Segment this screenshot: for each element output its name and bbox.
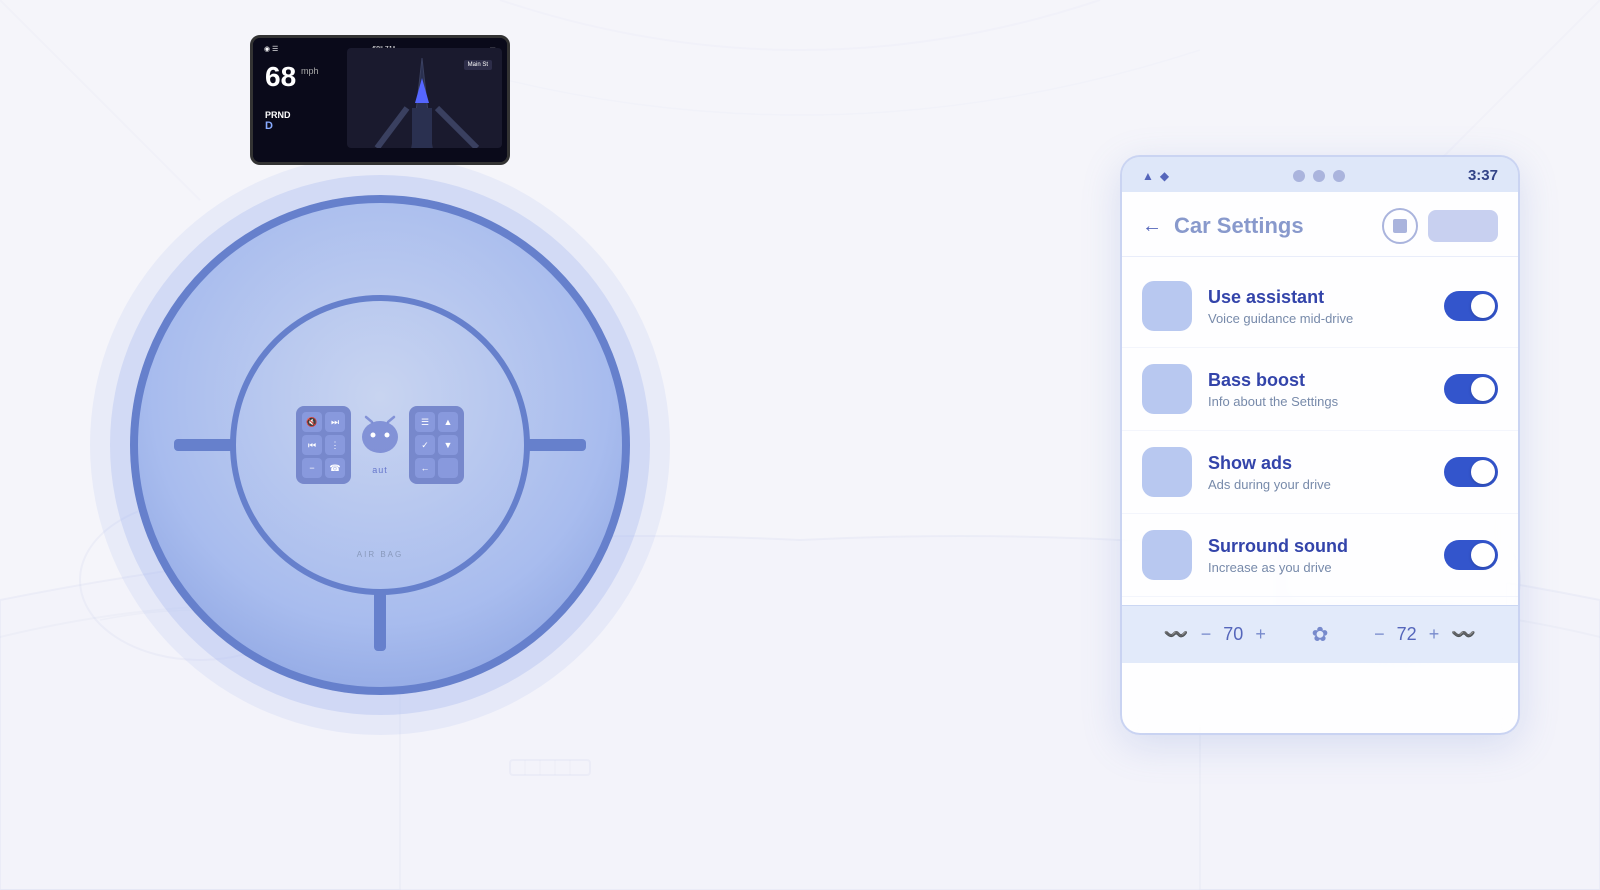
airbag-text: AIR BAG <box>357 550 403 559</box>
phone-panel: ▲ ◆ 3:37 ← Car Settings <box>1120 155 1520 735</box>
setting-title-show-ads: Show ads <box>1208 453 1428 474</box>
rect-button[interactable] <box>1428 210 1498 242</box>
setting-item-bass-boost: Bass boost Info about the Settings <box>1122 348 1518 431</box>
setting-text-show-ads: Show ads Ads during your drive <box>1208 453 1428 492</box>
heat-right-icon: 〰️ <box>1451 622 1476 647</box>
screen-gear: PRND D <box>265 110 291 132</box>
android-logo: aut <box>345 415 415 475</box>
setting-text-surround-sound: Surround sound Increase as you drive <box>1208 536 1428 575</box>
temp-left-plus[interactable]: + <box>1253 624 1268 645</box>
down-btn[interactable]: ▼ <box>438 435 458 455</box>
setting-title-bass-boost: Bass boost <box>1208 370 1428 391</box>
steering-section: ◉ ☰ 68° 71° ▭ 68 mph PRND D Main St <box>80 95 680 795</box>
setting-icon-show-ads <box>1142 447 1192 497</box>
heat-left-icon: 〰️ <box>1164 622 1189 647</box>
left-button-cluster: 🔇 ⏭ ⏮ ⋮ − ☎ <box>296 406 351 484</box>
setting-title-surround-sound: Surround sound <box>1208 536 1428 557</box>
empty-btn <box>438 458 458 478</box>
setting-item-show-ads: Show ads Ads during your drive <box>1122 431 1518 514</box>
toggle-knob-use-assistant <box>1471 294 1495 318</box>
right-button-cluster: ☰ ▲ ✓ ▼ ← <box>409 406 464 484</box>
check-btn[interactable]: ✓ <box>415 435 435 455</box>
setting-text-bass-boost: Bass boost Info about the Settings <box>1208 370 1428 409</box>
climate-right: − 72 + 〰️ <box>1372 622 1476 647</box>
vol-down-btn[interactable]: − <box>302 458 322 478</box>
climate-bar: 〰️ − 70 + ✿ − 72 + 〰️ <box>1122 605 1518 663</box>
setting-text-use-assistant: Use assistant Voice guidance mid-drive <box>1208 287 1428 326</box>
toggle-knob-show-ads <box>1471 460 1495 484</box>
screen-speed-unit: mph <box>301 66 319 76</box>
nav-dot-1 <box>1293 170 1305 182</box>
wifi-icon: ◆ <box>1160 169 1169 183</box>
setting-icon-use-assistant <box>1142 281 1192 331</box>
toggle-surround-sound[interactable] <box>1444 540 1498 570</box>
toggle-bass-boost[interactable] <box>1444 374 1498 404</box>
phone-btn[interactable]: ☎ <box>325 458 345 478</box>
fan-icon: ✿ <box>1312 622 1329 647</box>
screen-speed: 68 <box>265 63 296 91</box>
toggle-show-ads[interactable] <box>1444 457 1498 487</box>
stop-icon <box>1393 219 1407 233</box>
toggle-knob-bass-boost <box>1471 377 1495 401</box>
setting-desc-surround-sound: Increase as you drive <box>1208 560 1428 575</box>
page-title: Car Settings <box>1174 213 1304 239</box>
temp-right-value: 72 <box>1397 624 1417 645</box>
setting-icon-surround-sound <box>1142 530 1192 580</box>
prev-btn[interactable]: ⏮ <box>302 435 322 455</box>
settings-header: ← Car Settings <box>1122 192 1518 257</box>
header-right <box>1382 208 1498 244</box>
spoke-left <box>174 439 234 451</box>
setting-desc-use-assistant: Voice guidance mid-drive <box>1208 311 1428 326</box>
setting-item-use-assistant: Use assistant Voice guidance mid-drive <box>1122 265 1518 348</box>
steering-wheel-inner: 🔇 ⏭ ⏮ ⋮ − ☎ ☰ ▲ ✓ ▼ ← <box>230 295 530 595</box>
back-button[interactable]: ← <box>1142 215 1162 238</box>
setting-icon-bass-boost <box>1142 364 1192 414</box>
up-btn[interactable]: ▲ <box>438 412 458 432</box>
temp-left-minus[interactable]: − <box>1199 624 1214 645</box>
temp-left-value: 70 <box>1223 624 1243 645</box>
nav-dot-2 <box>1313 170 1325 182</box>
spoke-bottom <box>374 591 386 651</box>
temp-right-minus[interactable]: − <box>1372 624 1387 645</box>
setting-desc-show-ads: Ads during your drive <box>1208 477 1428 492</box>
setting-item-surround-sound: Surround sound Increase as you drive <box>1122 514 1518 597</box>
screen-map: Main St <box>347 48 502 148</box>
spoke-right <box>526 439 586 451</box>
skip-btn[interactable]: ⏭ <box>325 412 345 432</box>
car-screen: ◉ ☰ 68° 71° ▭ 68 mph PRND D Main St <box>250 35 510 165</box>
toggle-knob-surround-sound <box>1471 543 1495 567</box>
mute-btn[interactable]: 🔇 <box>302 412 322 432</box>
main-content: ◉ ☰ 68° 71° ▭ 68 mph PRND D Main St <box>0 0 1600 890</box>
nav-dot-3 <box>1333 170 1345 182</box>
signal-icon: ▲ <box>1142 169 1154 183</box>
nav-dots <box>1293 170 1345 182</box>
back-btn[interactable]: ← <box>415 458 435 478</box>
temp-right-plus[interactable]: + <box>1427 624 1442 645</box>
status-icons: ▲ ◆ <box>1142 169 1169 183</box>
climate-center: ✿ <box>1312 622 1329 647</box>
climate-left: 〰️ − 70 + <box>1164 622 1268 647</box>
toggle-use-assistant[interactable] <box>1444 291 1498 321</box>
menu-btn[interactable]: ☰ <box>415 412 435 432</box>
android-text: aut <box>372 465 388 475</box>
vol-up-btn[interactable]: ⋮ <box>325 435 345 455</box>
stop-button[interactable] <box>1382 208 1418 244</box>
settings-list: Use assistant Voice guidance mid-drive B… <box>1122 257 1518 605</box>
status-time: 3:37 <box>1468 167 1498 184</box>
header-left: ← Car Settings <box>1142 213 1304 239</box>
screen-status-icons: ◉ ☰ <box>264 45 278 53</box>
setting-desc-bass-boost: Info about the Settings <box>1208 394 1428 409</box>
setting-title-use-assistant: Use assistant <box>1208 287 1428 308</box>
steering-wheel: 🔇 ⏭ ⏮ ⋮ − ☎ ☰ ▲ ✓ ▼ ← <box>130 195 630 695</box>
phone-status-bar: ▲ ◆ 3:37 <box>1122 157 1518 192</box>
